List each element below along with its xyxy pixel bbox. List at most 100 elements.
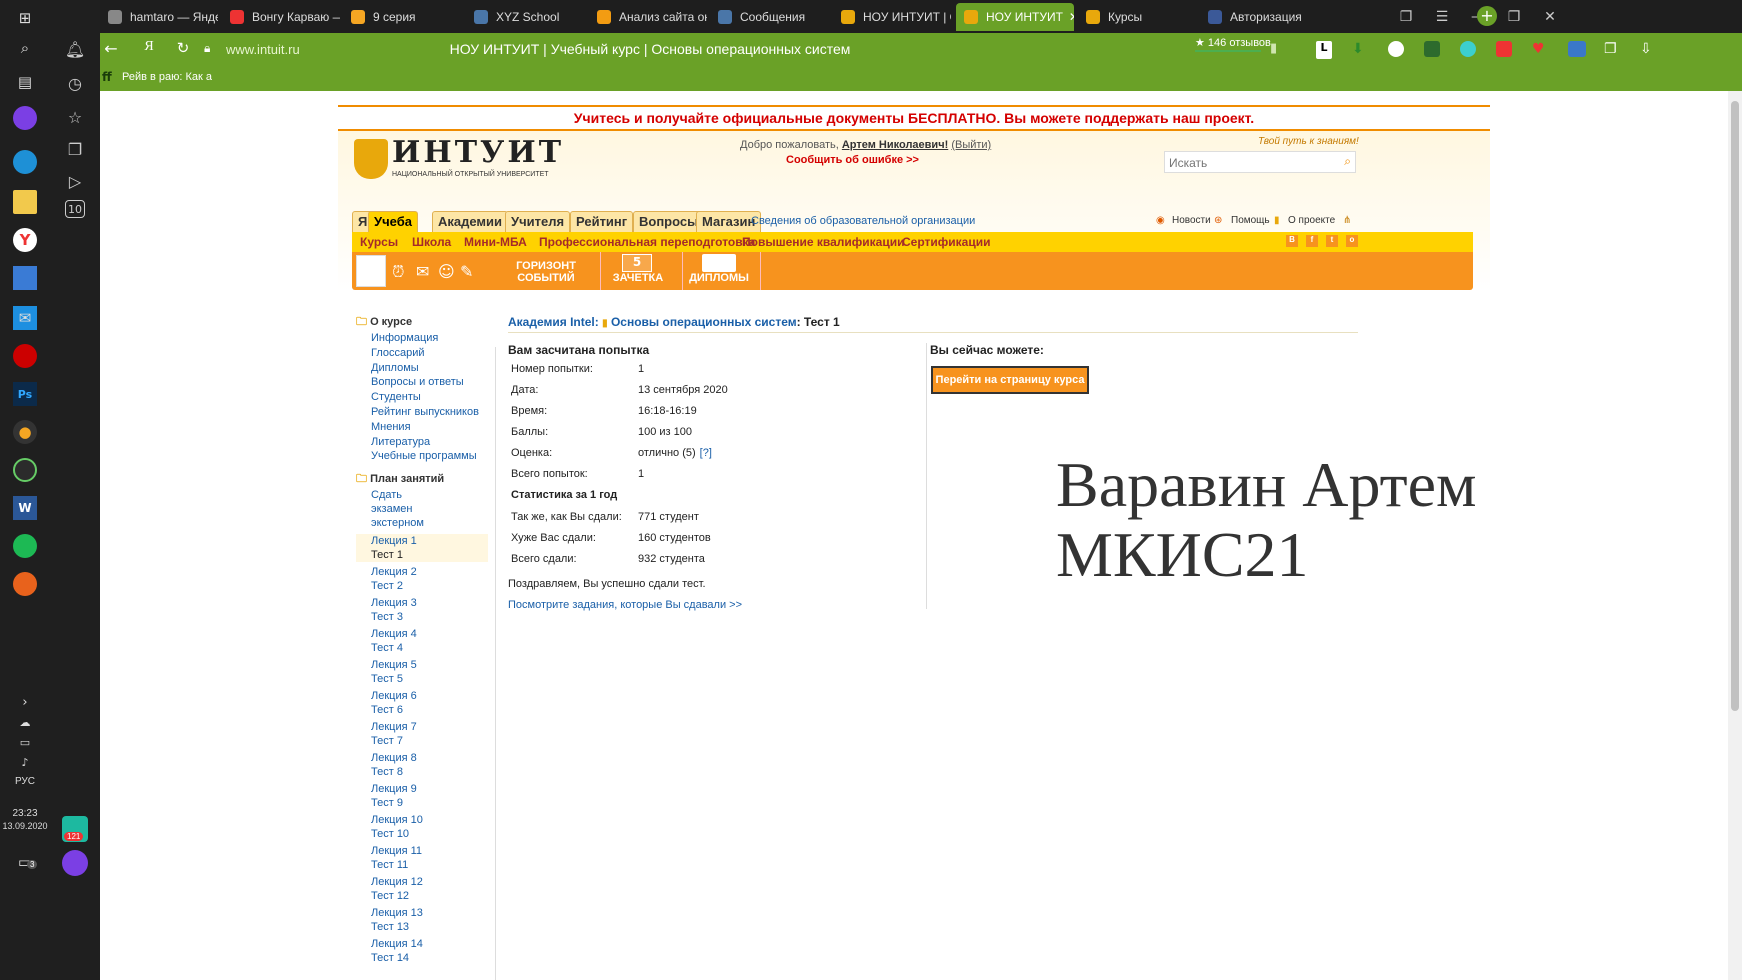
sidebar-link[interactable]: Литература xyxy=(371,435,488,450)
store-icon[interactable] xyxy=(13,266,37,290)
test-link[interactable]: Тест 3 xyxy=(371,610,488,624)
photoshop-icon[interactable]: Ps xyxy=(13,382,37,406)
yandex-browser-icon[interactable]: Y xyxy=(13,228,37,252)
sidebar-link[interactable]: Вопросы и ответы xyxy=(371,375,488,390)
search-input[interactable] xyxy=(1165,153,1335,173)
tab-1[interactable]: hamtaro — Яндек xyxy=(100,3,218,31)
friends-icon[interactable]: ☺ xyxy=(438,262,455,281)
nav-tab-5[interactable]: Рейтинг xyxy=(570,211,634,232)
logout-link[interactable]: (Выйти) xyxy=(951,139,991,151)
sidebar-link[interactable]: Учебные программы xyxy=(371,449,488,464)
lecture-link[interactable]: Лекция 3 xyxy=(371,596,488,610)
extensions-icon[interactable]: ❐ xyxy=(1604,41,1620,57)
test-link[interactable]: Тест 5 xyxy=(371,672,488,686)
lock-icon[interactable]: 🔒︎ xyxy=(204,41,218,56)
game-icon[interactable] xyxy=(13,344,37,368)
project-icon[interactable]: ▮ xyxy=(1274,215,1280,226)
origin-icon[interactable] xyxy=(13,572,37,596)
breadcrumb-academy[interactable]: Академия Intel xyxy=(508,315,595,329)
scrollbar[interactable] xyxy=(1728,91,1742,980)
language-indicator[interactable]: РУС xyxy=(6,776,44,787)
history-icon[interactable]: ◷ xyxy=(62,70,88,96)
sitemap-icon[interactable]: ⋔ xyxy=(1343,215,1351,226)
tab-7[interactable]: НОУ ИНТУИТ | Ос xyxy=(833,3,951,31)
subnav-qualification[interactable]: Повышение квалификации xyxy=(742,235,904,249)
grade-help-link[interactable]: [?] xyxy=(700,447,712,459)
clock-time[interactable]: 23:23 xyxy=(0,808,50,819)
lecture-link[interactable]: Лекция 13 xyxy=(371,906,488,920)
word-icon[interactable]: W xyxy=(13,496,37,520)
user-link[interactable]: Артем Николаевич! xyxy=(842,139,948,151)
subnav-mba[interactable]: Мини-МБА xyxy=(464,235,527,249)
extension-icon[interactable]: ♥ xyxy=(1532,41,1548,57)
facebook-icon[interactable]: f xyxy=(1306,235,1318,247)
test-link[interactable]: Тест 13 xyxy=(371,920,488,934)
lecture-link[interactable]: Лекция 14 xyxy=(371,937,488,951)
new-tab-button[interactable]: + xyxy=(1477,6,1497,26)
tab-4[interactable]: XYZ School xyxy=(466,3,584,31)
lecture-link[interactable]: Лекция 6 xyxy=(371,689,488,703)
lecture-link[interactable]: Лекция 9 xyxy=(371,782,488,796)
help-icon[interactable]: ⊛ xyxy=(1214,215,1222,226)
logo-text[interactable]: ИНТУИТ xyxy=(392,135,564,170)
test-link[interactable]: Тест 11 xyxy=(371,858,488,872)
collections-icon[interactable]: ❐ xyxy=(62,136,88,162)
test-link[interactable]: Тест 4 xyxy=(371,641,488,655)
yandex-icon[interactable]: Я xyxy=(138,39,160,55)
subnav-school[interactable]: Школа xyxy=(412,235,451,249)
sidebar-link[interactable]: Дипломы xyxy=(371,361,488,376)
go-to-course-button[interactable]: Перейти на страницу курса xyxy=(931,366,1089,394)
lecture-link[interactable]: Лекция 4 xyxy=(371,627,488,641)
bookmarks-panel-icon[interactable]: ❐ xyxy=(1386,0,1426,33)
search-icon[interactable]: ⌕ xyxy=(13,36,37,60)
test-link[interactable]: Тест 9 xyxy=(371,796,488,810)
extension-icon[interactable] xyxy=(1388,41,1404,57)
alice-icon[interactable] xyxy=(62,850,88,876)
test-link[interactable]: Тест 14 xyxy=(371,951,488,965)
edge-icon[interactable] xyxy=(13,150,37,174)
sidebar-link[interactable]: Студенты xyxy=(371,390,488,405)
tab-6[interactable]: Сообщения xyxy=(710,3,828,31)
task-view-icon[interactable]: ▤ xyxy=(13,70,37,94)
avatar[interactable] xyxy=(356,255,386,287)
gradebook-icon[interactable]: 5 xyxy=(622,254,652,272)
search-icon[interactable]: ⌕ xyxy=(1344,154,1351,169)
play-icon[interactable]: ▷ xyxy=(62,168,88,194)
vk-icon[interactable]: B xyxy=(1286,235,1298,247)
menu-icon[interactable]: ☰ xyxy=(1422,0,1462,33)
diploma-icon[interactable] xyxy=(702,254,736,272)
bookmark-item[interactable]: Рейв в раю: Как а xyxy=(122,71,212,83)
lecture-link[interactable]: Лекция 10 xyxy=(371,813,488,827)
exam-link[interactable]: Сдать экзамен экстерном xyxy=(356,488,446,530)
subnav-certification[interactable]: Сертификации xyxy=(902,235,990,249)
tab-9[interactable]: Курсы xyxy=(1078,3,1196,31)
windows-start-icon[interactable]: ⊞ xyxy=(13,6,37,30)
view-tasks-link[interactable]: Посмотрите задания, которые Вы сдавали >… xyxy=(508,599,742,611)
gradebook-button[interactable]: ЗАЧЕТКА xyxy=(608,272,668,302)
lecture-link[interactable]: Лекция 11 xyxy=(371,844,488,858)
report-error-link[interactable]: Сообщить об ошибке >> xyxy=(786,154,919,166)
extension-download-icon[interactable]: ⬇ xyxy=(1352,41,1368,57)
spotify-icon[interactable] xyxy=(13,534,37,558)
news-link[interactable]: Новости xyxy=(1172,215,1211,226)
lecture-link[interactable]: Лекция 1 xyxy=(371,534,488,548)
back-icon[interactable]: ← xyxy=(100,39,122,58)
reload-icon[interactable]: ↻ xyxy=(172,39,194,57)
url-text[interactable]: www.intuit.ru xyxy=(226,42,300,57)
volume-icon[interactable]: ♪ xyxy=(13,750,37,774)
lecture-link[interactable]: Лекция 12 xyxy=(371,875,488,889)
subnav-courses[interactable]: Курсы xyxy=(360,235,398,249)
extension-l-icon[interactable]: L xyxy=(1316,41,1332,59)
fl-studio-icon[interactable]: ● xyxy=(13,420,37,444)
tab-3[interactable]: 9 серия xyxy=(343,3,461,31)
tab-10[interactable]: Авторизация xyxy=(1200,3,1318,31)
scrollbar-thumb[interactable] xyxy=(1731,101,1739,711)
events-horizon-button[interactable]: ГОРИЗОНТ СОБЫТИЙ xyxy=(498,260,594,290)
page-title[interactable]: НОУ ИНТУИТ | Учебный курс | Основы опера… xyxy=(370,41,930,57)
close-window-icon[interactable]: ✕ xyxy=(1530,0,1570,33)
reviews-badge[interactable]: ★ 146 отзывов xyxy=(1195,36,1271,49)
nav-tab-4[interactable]: Учителя xyxy=(505,211,571,232)
lecture-link[interactable]: Лекция 7 xyxy=(371,720,488,734)
tab-5[interactable]: Анализ сайта онл xyxy=(589,3,707,31)
sidebar-link[interactable]: Мнения xyxy=(371,420,488,435)
